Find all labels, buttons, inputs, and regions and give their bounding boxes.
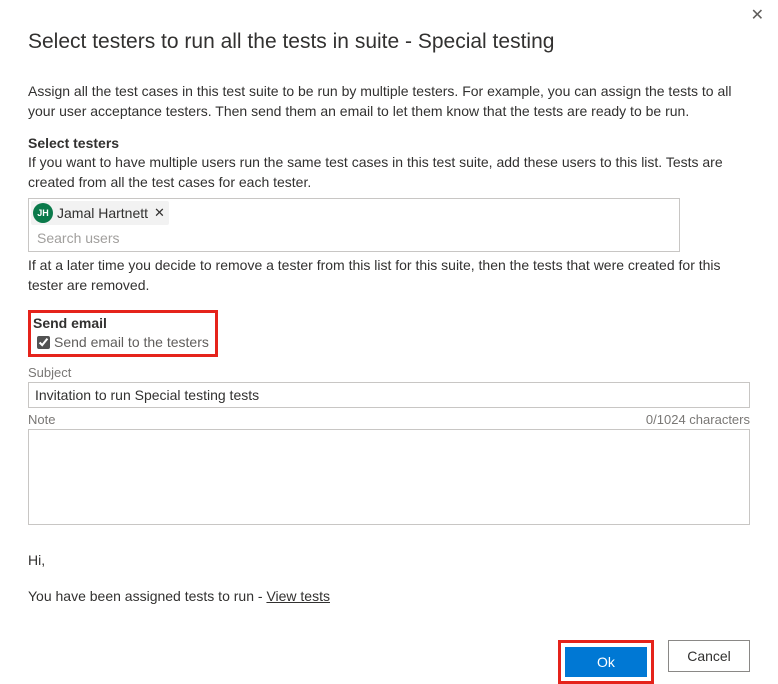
tester-chip[interactable]: JH Jamal Hartnett ✕	[31, 201, 169, 225]
preview-body-line: You have been assigned tests to run - Vi…	[28, 588, 750, 604]
tester-chip-name: Jamal Hartnett	[57, 205, 148, 221]
ok-highlight: Ok	[558, 640, 654, 684]
view-tests-link[interactable]: View tests	[266, 588, 330, 604]
dialog-buttons: Ok Cancel	[28, 640, 750, 684]
ok-button[interactable]: Ok	[565, 647, 647, 677]
email-preview: Hi, You have been assigned tests to run …	[28, 552, 750, 604]
preview-greeting: Hi,	[28, 552, 750, 568]
close-icon[interactable]: ✕	[751, 8, 764, 24]
send-email-checkbox-label: Send email to the testers	[54, 334, 209, 350]
dialog-description: Assign all the test cases in this test s…	[28, 82, 750, 121]
remove-tester-icon[interactable]: ✕	[154, 205, 165, 221]
send-email-checkbox[interactable]	[37, 336, 50, 349]
note-textarea[interactable]	[28, 429, 750, 525]
note-label-row: Note 0/1024 characters	[28, 412, 750, 427]
tester-picker[interactable]: JH Jamal Hartnett ✕	[28, 198, 680, 252]
dialog-select-testers: ✕ Select testers to run all the tests in…	[0, 0, 778, 680]
note-char-count: 0/1024 characters	[646, 412, 750, 427]
preview-body-text: You have been assigned tests to run -	[28, 588, 266, 604]
send-email-checkbox-row: Send email to the testers	[33, 333, 209, 352]
select-testers-heading: Select testers	[28, 135, 750, 151]
tester-chip-row: JH Jamal Hartnett ✕	[29, 199, 679, 227]
dialog-title: Select testers to run all the tests in s…	[28, 30, 750, 54]
send-email-highlight: Send email Send email to the testers	[28, 310, 218, 357]
select-testers-subdesc: If you want to have multiple users run t…	[28, 153, 750, 192]
search-users-row	[29, 227, 679, 251]
cancel-button[interactable]: Cancel	[668, 640, 750, 672]
note-label: Note	[28, 412, 55, 427]
send-email-heading: Send email	[33, 315, 209, 331]
remove-tester-note: If at a later time you decide to remove …	[28, 256, 750, 295]
subject-input[interactable]	[28, 382, 750, 408]
avatar: JH	[33, 203, 53, 223]
send-email-section: Send email Send email to the testers Sub…	[28, 310, 750, 528]
search-users-input[interactable]	[35, 229, 673, 247]
subject-label: Subject	[28, 365, 750, 380]
